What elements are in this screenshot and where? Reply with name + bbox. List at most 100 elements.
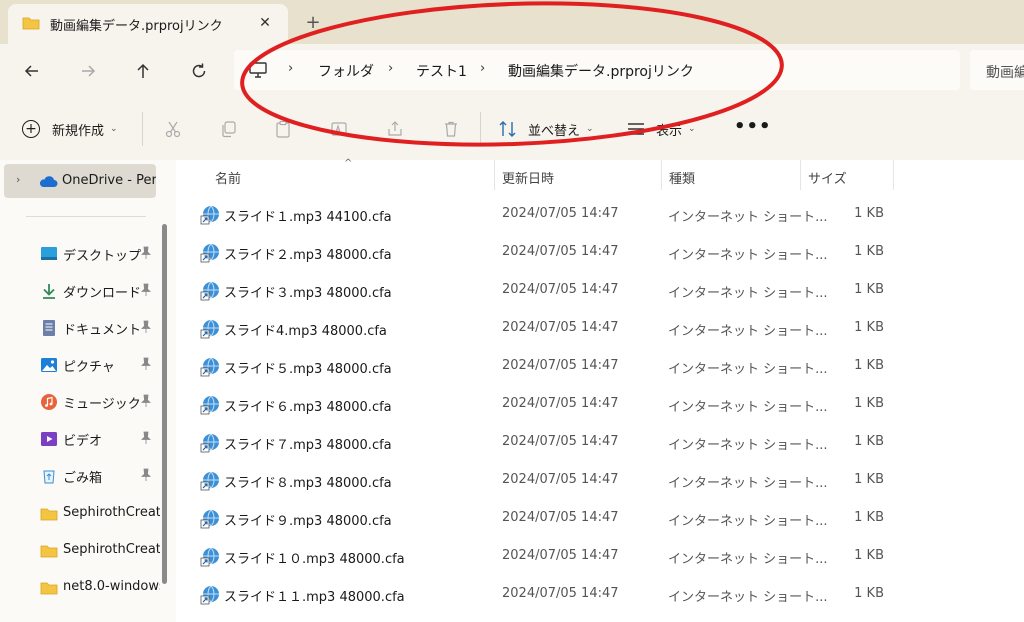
delete-button[interactable] <box>440 118 462 140</box>
sort-icon <box>499 121 516 137</box>
back-button[interactable] <box>18 57 46 85</box>
file-date: 2024/07/05 14:47 <box>502 472 619 487</box>
column-header-type[interactable]: 種類 <box>669 168 695 187</box>
desktop-icon <box>41 247 57 260</box>
tab-title: 動画編集データ.prprojリンク <box>50 19 223 34</box>
copy-icon <box>222 121 236 138</box>
sidebar-item-folder[interactable]: SephirothCreat <box>40 537 160 565</box>
sidebar-item-onedrive[interactable]: › OneDrive - Pers <box>4 164 156 198</box>
breadcrumb-separator-icon: › <box>388 61 394 76</box>
navigation-bar: › フォルダ › テスト1 › 動画編集データ.prprojリンク 動画編 <box>0 44 1024 98</box>
search-box[interactable]: 動画編 <box>970 50 1024 90</box>
scissors-icon <box>165 121 181 138</box>
file-date: 2024/07/05 14:47 <box>502 358 619 373</box>
sidebar-item-folder[interactable]: net8.0-windows <box>40 574 160 602</box>
internet-shortcut-icon <box>200 395 219 415</box>
internet-shortcut-icon <box>200 357 219 377</box>
refresh-button[interactable] <box>185 57 213 85</box>
breadcrumb-test1[interactable]: テスト1 <box>416 61 467 81</box>
column-header-date[interactable]: 更新日時 <box>502 168 554 187</box>
file-name: スライド５.mp3 48000.cfa <box>224 362 392 377</box>
refresh-icon <box>192 63 206 78</box>
breadcrumb-separator-icon: › <box>480 61 486 76</box>
column-divider[interactable] <box>661 160 662 190</box>
table-row[interactable]: スライド２.mp3 48000.cfa 2024/07/05 14:47 インターネ… <box>196 234 896 270</box>
sort-label: 並べ替え <box>528 123 581 139</box>
table-row[interactable]: スライド９.mp3 48000.cfa 2024/07/05 14:47 インターネ… <box>196 500 896 536</box>
this-pc-icon <box>249 62 267 78</box>
table-row[interactable]: スライド１.mp3 44100.cfa 2024/07/05 14:47 インターネ… <box>196 196 896 232</box>
new-label: 新規作成 <box>52 123 105 139</box>
document-icon <box>43 320 55 336</box>
tab-close-button[interactable]: ✕ <box>254 12 276 34</box>
sidebar-item-desktop[interactable]: デスクトップ <box>40 240 160 268</box>
internet-shortcut-icon <box>200 585 219 605</box>
file-name: スライド１１.mp3 48000.cfa <box>224 590 405 605</box>
file-date: 2024/07/05 14:47 <box>502 434 619 449</box>
cut-button[interactable] <box>162 118 184 140</box>
breadcrumb-folder[interactable]: フォルダ <box>318 61 374 81</box>
sidebar-item-documents[interactable]: ドキュメント <box>40 314 160 342</box>
column-header-size[interactable]: サイズ <box>808 168 847 187</box>
breadcrumb-current[interactable]: 動画編集データ.prprojリンク <box>508 61 694 81</box>
pin-icon[interactable] <box>140 468 152 482</box>
sidebar-item-pictures[interactable]: ピクチャ <box>40 351 160 379</box>
share-button[interactable] <box>384 118 406 140</box>
pictures-icon <box>41 358 57 372</box>
column-divider[interactable] <box>893 160 894 190</box>
new-tab-button[interactable]: + <box>302 12 324 34</box>
more-options-button[interactable]: ••• <box>734 116 772 137</box>
file-size: 1 KB <box>854 510 884 525</box>
file-name: スライド９.mp3 48000.cfa <box>224 514 392 529</box>
table-row[interactable]: スライド８.mp3 48000.cfa 2024/07/05 14:47 インターネ… <box>196 462 896 498</box>
sort-button[interactable]: 並べ替え ⌄ <box>498 118 594 140</box>
pin-icon[interactable] <box>140 246 152 260</box>
pin-icon[interactable] <box>140 357 152 371</box>
file-size: 1 KB <box>854 320 884 335</box>
sidebar-item-videos[interactable]: ビデオ <box>40 425 160 453</box>
sidebar-item-recycle-bin[interactable]: ごみ箱 <box>40 462 160 490</box>
table-row[interactable]: スライド６.mp3 48000.cfa 2024/07/05 14:47 インターネ… <box>196 386 896 422</box>
table-row[interactable]: スライド３.mp3 48000.cfa 2024/07/05 14:47 インターネ… <box>196 272 896 308</box>
table-row[interactable]: スライド７.mp3 48000.cfa 2024/07/05 14:47 インターネ… <box>196 424 896 460</box>
internet-shortcut-icon <box>200 547 219 567</box>
pin-icon[interactable] <box>140 431 152 445</box>
paste-button[interactable] <box>272 118 294 140</box>
file-size: 1 KB <box>854 206 884 221</box>
copy-button[interactable] <box>217 118 239 140</box>
arrow-left-icon <box>24 65 38 77</box>
table-row[interactable]: スライド５.mp3 48000.cfa 2024/07/05 14:47 インターネ… <box>196 348 896 384</box>
file-date: 2024/07/05 14:47 <box>502 586 619 601</box>
sidebar-item-downloads[interactable]: ダウンロード <box>40 277 160 305</box>
sidebar-item-music[interactable]: ミュージック <box>40 388 160 416</box>
column-header-name[interactable]: 名前 <box>215 168 241 187</box>
sidebar-scrollbar[interactable] <box>162 224 167 584</box>
address-bar[interactable]: › フォルダ › テスト1 › 動画編集データ.prprojリンク <box>234 50 960 90</box>
column-divider[interactable] <box>494 160 495 190</box>
tab-active[interactable]: 動画編集データ.prprojリンク ✕ <box>8 4 288 44</box>
view-button[interactable]: 表示 ⌄ <box>626 118 696 140</box>
forward-button[interactable] <box>74 57 102 85</box>
sidebar-item-folder[interactable]: SephirothCreat <box>40 500 160 528</box>
file-name: スライド１.mp3 44100.cfa <box>224 210 392 225</box>
table-row[interactable]: スライド１１.mp3 48000.cfa 2024/07/05 14:47 インター… <box>196 576 896 612</box>
table-row[interactable]: スライド１０.mp3 48000.cfa 2024/07/05 14:47 インター… <box>196 538 896 574</box>
chevron-down-icon: ⌄ <box>688 124 696 134</box>
file-name: スライド６.mp3 48000.cfa <box>224 400 392 415</box>
internet-shortcut-icon <box>200 509 219 529</box>
rename-icon <box>331 122 347 136</box>
table-row[interactable]: スライド4.mp3 48000.cfa 2024/07/05 14:47 インターネ… <box>196 310 896 346</box>
video-icon <box>41 432 57 446</box>
music-icon <box>41 394 57 410</box>
chevron-right-icon[interactable]: › <box>16 173 20 186</box>
up-button[interactable] <box>129 57 157 85</box>
search-input[interactable]: 動画編 <box>986 62 1024 82</box>
sidebar-item-label: SephirothCreat <box>63 505 160 520</box>
arrow-up-icon <box>137 63 149 78</box>
pin-icon[interactable] <box>140 320 152 334</box>
column-divider[interactable] <box>800 160 801 190</box>
pin-icon[interactable] <box>140 394 152 408</box>
pin-icon[interactable] <box>140 283 152 297</box>
rename-button[interactable] <box>328 118 350 140</box>
new-button[interactable]: + 新規作成 ⌄ <box>22 118 118 140</box>
